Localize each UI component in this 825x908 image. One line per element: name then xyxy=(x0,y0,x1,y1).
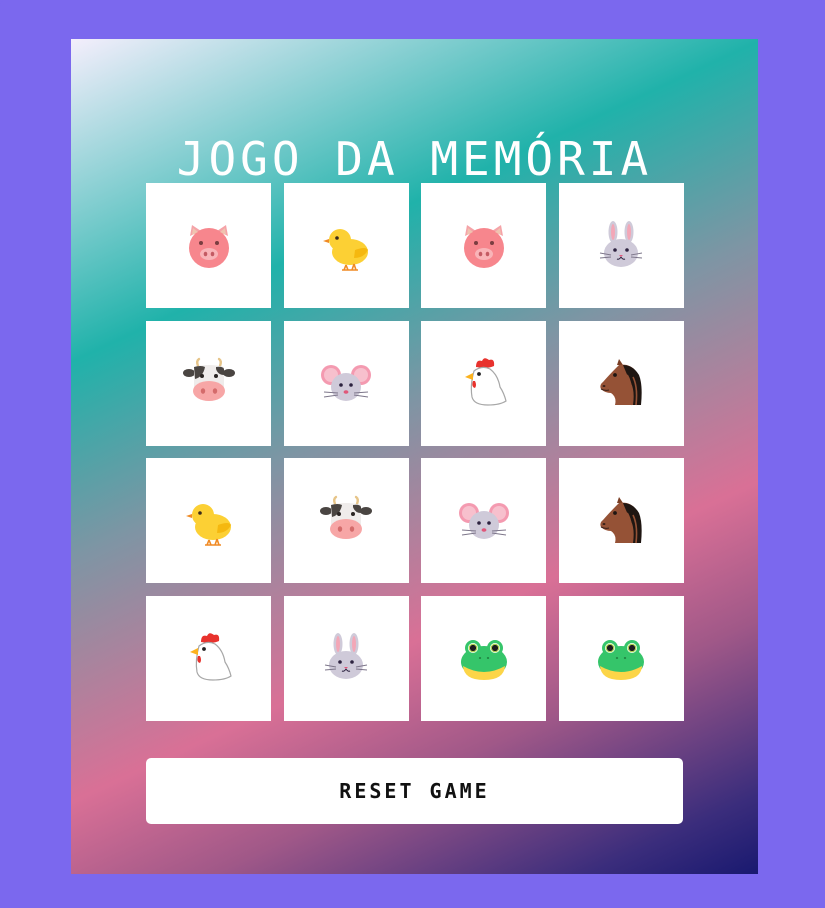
memory-card[interactable] xyxy=(558,320,684,446)
memory-card[interactable] xyxy=(283,320,409,446)
baby-chick-icon xyxy=(320,220,372,272)
baby-chick-icon xyxy=(183,495,235,547)
game-title: JOGO DA MEMÓRIA xyxy=(176,132,653,186)
memory-card[interactable] xyxy=(421,595,547,721)
memory-card[interactable] xyxy=(283,595,409,721)
horse-face-icon xyxy=(595,357,647,409)
memory-card[interactable] xyxy=(421,320,547,446)
frog-face-icon xyxy=(595,632,647,684)
pig-face-icon xyxy=(458,220,510,272)
memory-card[interactable] xyxy=(146,320,271,446)
mouse-face-icon xyxy=(320,357,372,409)
pig-face-icon xyxy=(183,220,235,272)
frog-face-icon xyxy=(458,632,510,684)
card-grid xyxy=(146,183,684,721)
mouse-face-icon xyxy=(458,495,510,547)
memory-card[interactable] xyxy=(558,595,684,721)
cow-face-icon xyxy=(182,357,235,409)
memory-card[interactable] xyxy=(558,183,684,308)
cow-face-icon xyxy=(320,495,373,547)
memory-card[interactable] xyxy=(146,595,271,721)
memory-card[interactable] xyxy=(283,458,409,584)
rooster-icon xyxy=(458,357,510,409)
rabbit-face-icon xyxy=(595,220,647,272)
memory-card[interactable] xyxy=(421,458,547,584)
memory-card[interactable] xyxy=(146,458,271,584)
rabbit-face-icon xyxy=(320,632,372,684)
memory-card[interactable] xyxy=(283,183,409,308)
memory-card[interactable] xyxy=(146,183,271,308)
reset-game-button[interactable]: RESET GAME xyxy=(146,758,683,824)
memory-card[interactable] xyxy=(421,183,547,308)
memory-card[interactable] xyxy=(558,458,684,584)
horse-face-icon xyxy=(595,495,647,547)
rooster-icon xyxy=(183,632,235,684)
page-frame: JOGO DA MEMÓRIA RESET GAME xyxy=(0,0,825,908)
game-container: JOGO DA MEMÓRIA RESET GAME xyxy=(71,39,758,874)
